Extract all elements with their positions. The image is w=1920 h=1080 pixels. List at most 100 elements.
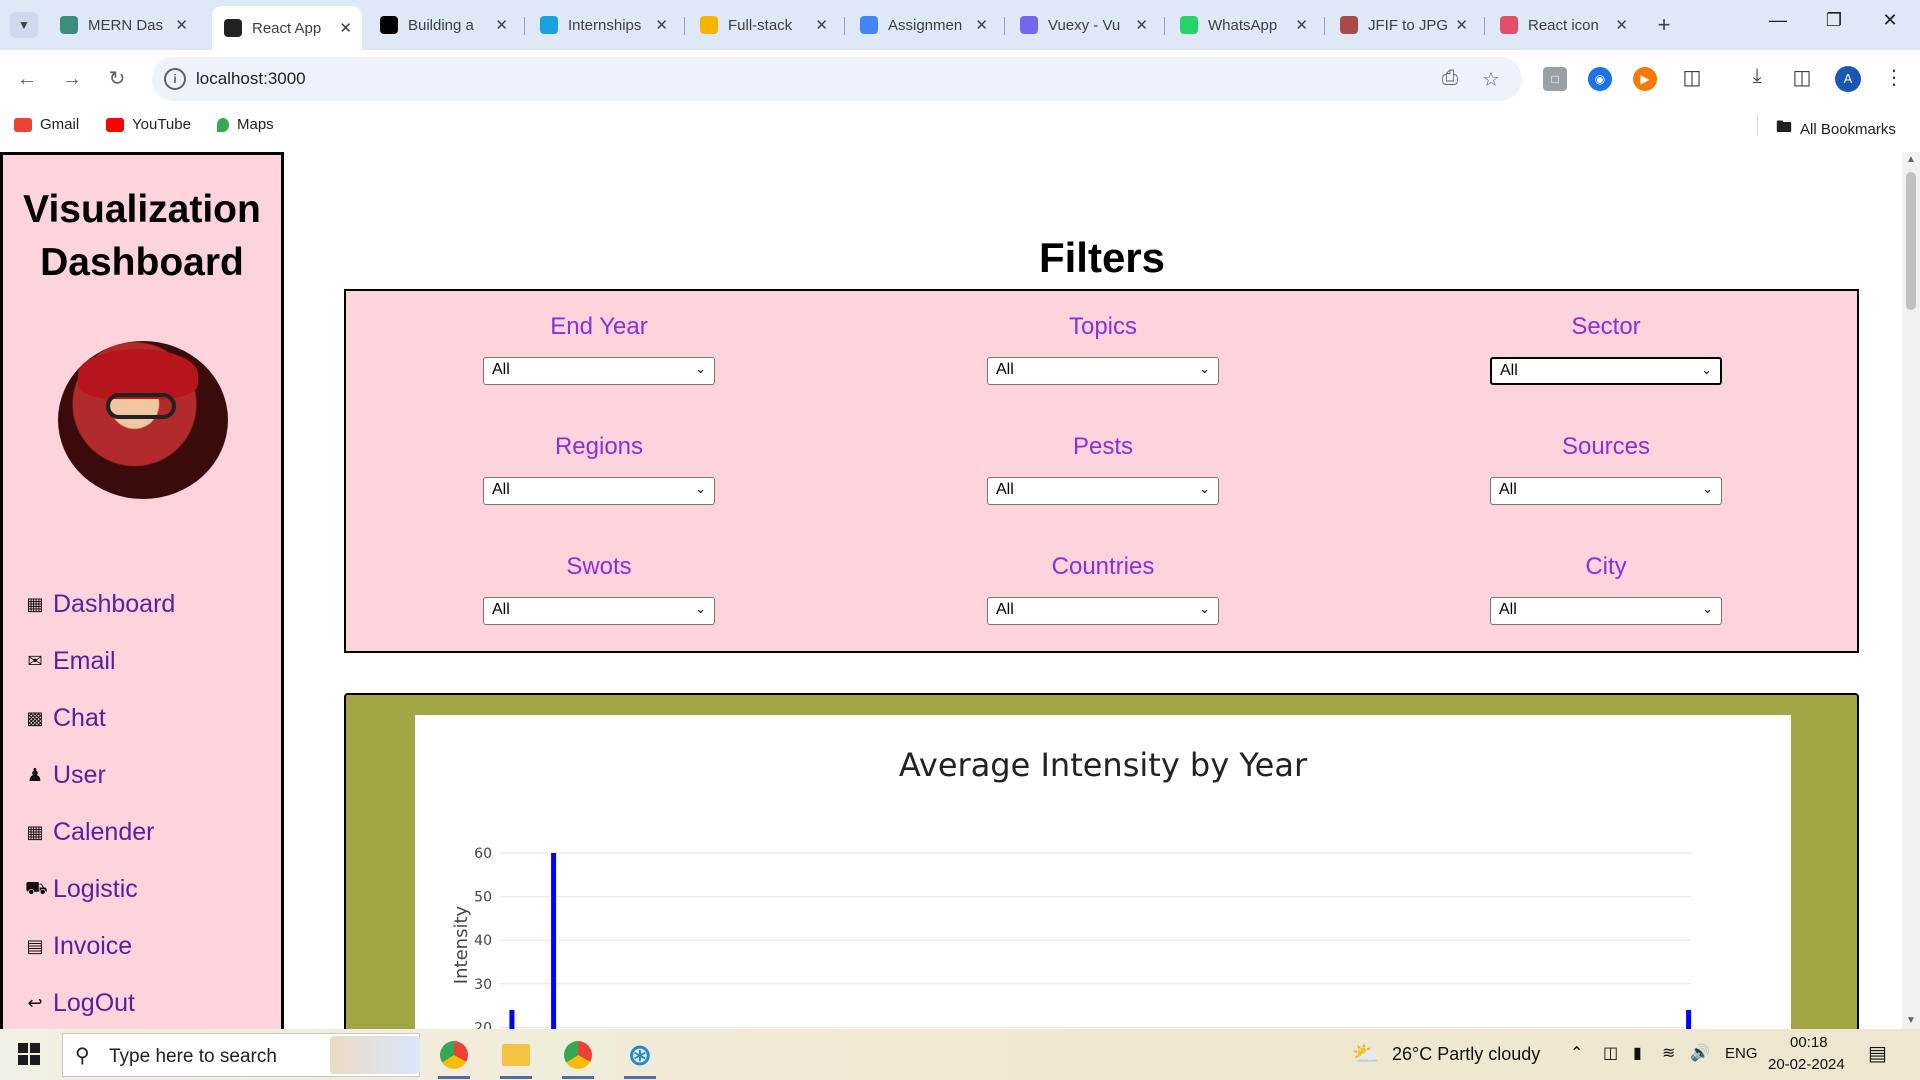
intensity-chart[interactable]: Average Intensity by Year 2030405060Inte…: [415, 715, 1791, 1029]
sidebar-item-email[interactable]: ✉ Email: [25, 647, 115, 676]
extensions-puzzle-icon[interactable]: ◫: [1678, 65, 1706, 90]
browser-tab[interactable]: WhatsApp ✕: [1168, 8, 1318, 42]
envelope-icon: ✉: [27, 651, 43, 671]
city-select[interactable]: All ⌄: [1490, 597, 1722, 625]
close-window-icon[interactable]: ✕: [1870, 10, 1910, 31]
site-info-icon[interactable]: i: [164, 68, 186, 90]
clock-date[interactable]: 20-02-2024: [1768, 1056, 1845, 1073]
browser-tab[interactable]: Vuexy - Vu ✕: [1008, 8, 1158, 42]
reload-icon[interactable]: ↻: [102, 64, 132, 94]
language-indicator[interactable]: ENG: [1725, 1045, 1758, 1062]
restore-icon[interactable]: ❐: [1814, 10, 1854, 31]
tray-chevron-up-icon[interactable]: ⌃: [1570, 1043, 1583, 1063]
end-year-select[interactable]: All ⌄: [483, 357, 715, 385]
swots-select[interactable]: All ⌄: [483, 597, 715, 625]
chart-bar[interactable]: [551, 853, 557, 1029]
browser-tab[interactable]: Internships ✕: [528, 8, 678, 42]
browser-tab[interactable]: React icon ✕: [1488, 8, 1638, 42]
meet-now-icon[interactable]: ◫: [1603, 1043, 1618, 1063]
all-bookmarks-button[interactable]: 🖿 All Bookmarks: [1776, 116, 1896, 143]
sidebar-item-logistic[interactable]: ⛟ Logistic: [25, 875, 138, 904]
back-arrow-icon[interactable]: ←: [12, 64, 42, 94]
bookmark-gmail[interactable]: Gmail: [14, 116, 79, 133]
y-tick-label: 30: [474, 977, 492, 993]
chart-bar[interactable]: [1686, 1009, 1692, 1029]
browser-tab[interactable]: Building a ✕: [368, 8, 518, 42]
forward-arrow-icon[interactable]: →: [57, 64, 87, 94]
regions-select[interactable]: All ⌄: [483, 477, 715, 505]
extension-doc-icon[interactable]: □: [1543, 67, 1567, 91]
extension-orange-icon[interactable]: ▶: [1633, 67, 1657, 91]
clock-time[interactable]: 00:18: [1790, 1034, 1828, 1051]
scroll-down-icon[interactable]: ▼: [1906, 1015, 1916, 1026]
chevron-down-icon: ⌄: [1199, 361, 1210, 376]
bookmark-star-icon[interactable]: ☆: [1482, 67, 1500, 92]
downloads-icon[interactable]: ⤓: [1743, 65, 1771, 88]
browser-tab[interactable]: React App ✕: [212, 6, 362, 50]
browser-tab[interactable]: MERN Das ✕: [48, 8, 198, 42]
logout-icon: ↩: [27, 993, 43, 1013]
browser-tab[interactable]: Full-stack ✕: [688, 8, 838, 42]
tab-search-chevron-icon[interactable]: ▼: [10, 12, 38, 38]
menu-kebab-icon[interactable]: ⋮: [1880, 65, 1908, 90]
scrollbar-thumb[interactable]: [1906, 172, 1916, 310]
tab-separator: [524, 17, 525, 35]
tab-close-icon[interactable]: ✕: [815, 16, 828, 34]
sidebar-item-user[interactable]: ♟ User: [25, 761, 106, 790]
address-bar[interactable]: i localhost:3000 ⎙ ☆: [152, 57, 1522, 101]
new-tab-button[interactable]: +: [1650, 12, 1678, 38]
bookmarks-bar: Gmail YouTube Maps 🖿 All Bookmarks: [0, 108, 1920, 142]
tab-title: React App: [252, 19, 322, 37]
tab-close-icon[interactable]: ✕: [495, 16, 508, 34]
notifications-icon[interactable]: ▤: [1868, 1041, 1887, 1066]
tab-favicon-icon: [380, 16, 398, 34]
tab-close-icon[interactable]: ✕: [339, 19, 352, 37]
sector-select[interactable]: All ⌄: [1490, 357, 1722, 385]
wifi-icon[interactable]: ≋: [1662, 1043, 1675, 1063]
volume-icon[interactable]: 🔊: [1690, 1043, 1710, 1063]
weather-cloud-icon[interactable]: ⛅: [1352, 1041, 1379, 1067]
tab-close-icon[interactable]: ✕: [1135, 16, 1148, 34]
sidebar-item-label: Logistic: [53, 875, 138, 903]
sidebar-item-label: User: [53, 761, 106, 789]
tab-close-icon[interactable]: ✕: [175, 16, 188, 34]
extension-blue-icon[interactable]: ◉: [1588, 67, 1612, 91]
countries-select[interactable]: All ⌄: [987, 597, 1219, 625]
tab-close-icon[interactable]: ✕: [1455, 16, 1468, 34]
sidebar-item-calender[interactable]: ▦ Calender: [25, 818, 154, 847]
pests-select[interactable]: All ⌄: [987, 477, 1219, 505]
tab-close-icon[interactable]: ✕: [655, 16, 668, 34]
sidebar-item-dashboard[interactable]: ▦ Dashboard: [25, 590, 175, 619]
tab-close-icon[interactable]: ✕: [1295, 16, 1308, 34]
sidebar-item-invoice[interactable]: ▤ Invoice: [25, 932, 132, 961]
brand-line-1: Visualization: [23, 188, 261, 231]
minimize-icon[interactable]: —: [1758, 10, 1798, 31]
browser-tab[interactable]: JFIF to JPG ✕: [1328, 8, 1478, 42]
browser-tab[interactable]: Assignmen ✕: [848, 8, 998, 42]
tab-close-icon[interactable]: ✕: [975, 16, 988, 34]
sidebar-item-chat[interactable]: ▩ Chat: [25, 704, 105, 733]
chrome-profile-taskbar-icon[interactable]: [558, 1036, 598, 1079]
page-scrollbar[interactable]: ▲ ▼: [1902, 152, 1920, 1029]
sources-select[interactable]: All ⌄: [1490, 477, 1722, 505]
invoice-icon: ▤: [26, 936, 44, 956]
address-url[interactable]: localhost:3000: [196, 69, 306, 89]
battery-icon[interactable]: ▮: [1633, 1043, 1642, 1063]
topics-select[interactable]: All ⌄: [987, 357, 1219, 385]
install-app-icon[interactable]: ⎙: [1442, 67, 1458, 90]
vscode-icon[interactable]: ⊛: [620, 1036, 660, 1079]
chrome-taskbar-icon[interactable]: [434, 1036, 474, 1079]
sidebar-item-logout[interactable]: ↩ LogOut: [25, 989, 135, 1018]
profile-avatar[interactable]: A: [1835, 66, 1861, 92]
scroll-up-icon[interactable]: ▲: [1906, 154, 1916, 165]
bookmark-maps[interactable]: Maps: [217, 116, 274, 133]
file-explorer-icon[interactable]: [496, 1036, 536, 1079]
tab-close-icon[interactable]: ✕: [1615, 16, 1628, 34]
chart-bar[interactable]: [509, 1009, 515, 1029]
bookmark-youtube[interactable]: YouTube: [106, 116, 191, 133]
side-panel-icon[interactable]: ◫: [1788, 65, 1816, 90]
weather-text[interactable]: 26°C Partly cloudy: [1392, 1044, 1540, 1065]
sidebar-item-label: LogOut: [53, 989, 136, 1017]
tab-favicon-icon: [1340, 16, 1358, 34]
windows-start-icon[interactable]: [18, 1043, 40, 1065]
